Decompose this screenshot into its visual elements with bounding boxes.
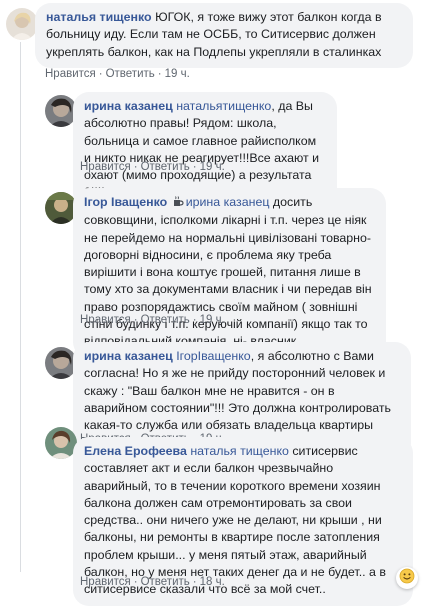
mention[interactable]: наталья тищенко — [190, 444, 289, 458]
comment-actions: Нравится · Ответить · 18 ч. — [80, 576, 225, 588]
comment-bubble: наталья тищенко ЮГОК, я тоже вижу этот б… — [35, 3, 413, 68]
timestamp[interactable]: 18 ч. — [200, 576, 225, 588]
timestamp[interactable]: 19 ч. — [200, 314, 225, 326]
timestamp[interactable]: 19 ч. — [165, 68, 190, 80]
smiley-icon — [399, 568, 415, 589]
mention[interactable]: натальятищенко — [176, 99, 271, 113]
mention[interactable]: ІгорІващенко — [176, 349, 251, 363]
reply-link[interactable]: Ответить — [141, 576, 190, 588]
reply-link[interactable]: Ответить — [141, 161, 190, 173]
comment-actions: Нравится·Ответить·19 ч. — [80, 161, 225, 173]
reply-thread-line — [20, 42, 21, 572]
comment-author[interactable]: Ігор Іващенко — [84, 195, 167, 209]
comment-author[interactable]: наталья тищенко — [46, 10, 152, 24]
comment-author[interactable]: ирина казанец — [84, 99, 173, 113]
coffee-icon — [173, 195, 184, 212]
emoji-reaction-button[interactable] — [396, 567, 418, 589]
comment-actions: Нравится·Ответить·19 ч. — [80, 314, 225, 326]
mention[interactable]: ирина казанец — [186, 195, 270, 209]
comment-author[interactable]: ирина казанец — [84, 349, 173, 363]
comment-text: , да Вы абсолютно правы! Рядом: школа, б… — [84, 99, 320, 199]
reply-link[interactable]: Ответить — [106, 68, 155, 80]
like-link[interactable]: Нравится — [80, 161, 131, 173]
comment-text: ситисервис составляет акт и если балкон … — [84, 444, 386, 597]
like-link[interactable]: Нравится — [80, 576, 131, 588]
comment-bubble: Ігор Іващенко ирина казанец досить совко… — [73, 188, 386, 358]
timestamp[interactable]: 19 ч. — [200, 161, 225, 173]
comment-actions: Нравится·Ответить·19 ч. — [45, 68, 190, 80]
avatar[interactable] — [6, 8, 38, 40]
comment-author[interactable]: Елена Ерофеева — [84, 444, 187, 458]
reply-link[interactable]: Ответить — [141, 314, 190, 326]
like-link[interactable]: Нравится — [80, 314, 131, 326]
like-link[interactable]: Нравится — [45, 68, 96, 80]
